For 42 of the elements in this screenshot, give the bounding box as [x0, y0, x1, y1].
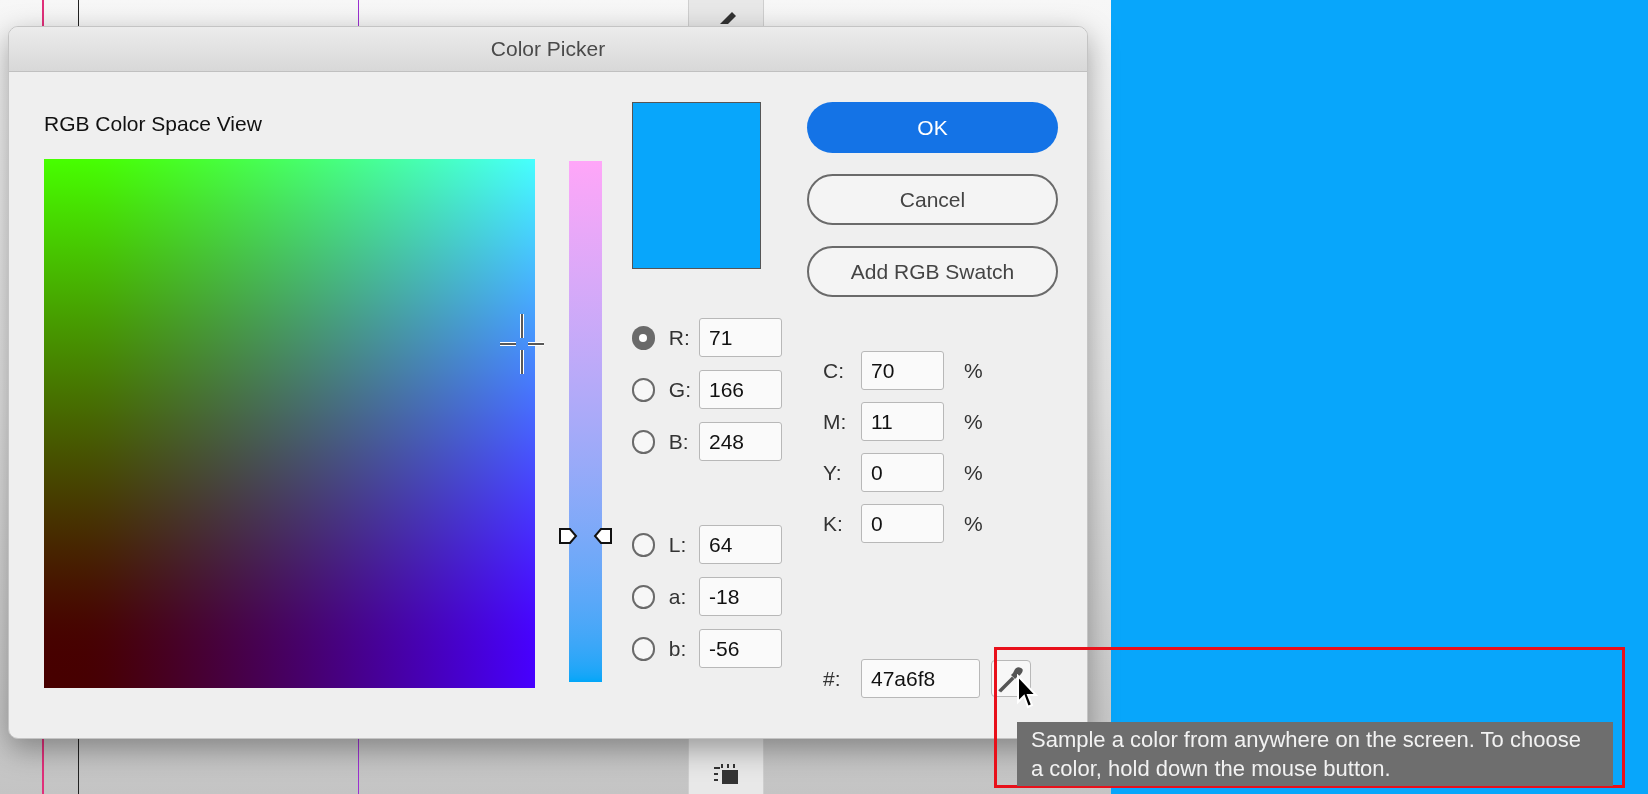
- window-title: Color Picker: [490, 36, 606, 63]
- crosshair-marker[interactable]: [499, 313, 544, 374]
- field-label: K:: [823, 510, 844, 537]
- field-label: M:: [823, 408, 848, 435]
- color-slider-track[interactable]: [569, 161, 602, 682]
- value-field[interactable]: 64: [699, 525, 782, 564]
- field-label: Y:: [823, 459, 843, 486]
- value-field[interactable]: 11: [861, 402, 944, 441]
- field-label: #:: [823, 665, 842, 692]
- radio-button[interactable]: [632, 532, 655, 557]
- radio-button[interactable]: [632, 584, 655, 609]
- value-field[interactable]: 166: [699, 370, 782, 409]
- field-label: C:: [823, 357, 845, 384]
- radio-button[interactable]: [632, 636, 655, 661]
- value-field[interactable]: 0: [861, 453, 944, 492]
- section-heading: RGB Color Space View: [44, 111, 263, 137]
- field-label: B:: [668, 428, 690, 455]
- field-label: G:: [668, 376, 692, 403]
- value-field[interactable]: -18: [699, 577, 782, 616]
- radio-button[interactable]: [632, 377, 655, 402]
- cursor-icon: [1016, 674, 1038, 710]
- field-label: L:: [668, 531, 688, 558]
- value-field[interactable]: -56: [699, 629, 782, 668]
- tooltip: Sample a color from anywhere on the screen. To choose a color, hold down the mouse button.: [1017, 722, 1613, 786]
- value-field[interactable]: 0: [861, 504, 944, 543]
- dialog-button[interactable]: Add RGB Swatch: [807, 246, 1058, 297]
- field-label: a:: [668, 583, 688, 610]
- unit-label: %: [964, 459, 983, 486]
- value-field[interactable]: 248: [699, 422, 782, 461]
- value-field[interactable]: 70: [861, 351, 944, 390]
- unit-label: %: [964, 408, 983, 435]
- field-label: b:: [668, 635, 688, 662]
- dialog-button[interactable]: Cancel: [807, 174, 1058, 225]
- hex-field[interactable]: 47a6f8: [861, 659, 980, 698]
- ok-button[interactable]: OK: [807, 102, 1058, 153]
- unit-label: %: [964, 510, 983, 537]
- radio-button[interactable]: [632, 325, 655, 350]
- slider-thumb[interactable]: [559, 527, 612, 546]
- value-field[interactable]: 71: [699, 318, 782, 357]
- radio-button[interactable]: [632, 429, 655, 454]
- field-label: R:: [668, 324, 691, 351]
- unit-label: %: [964, 357, 983, 384]
